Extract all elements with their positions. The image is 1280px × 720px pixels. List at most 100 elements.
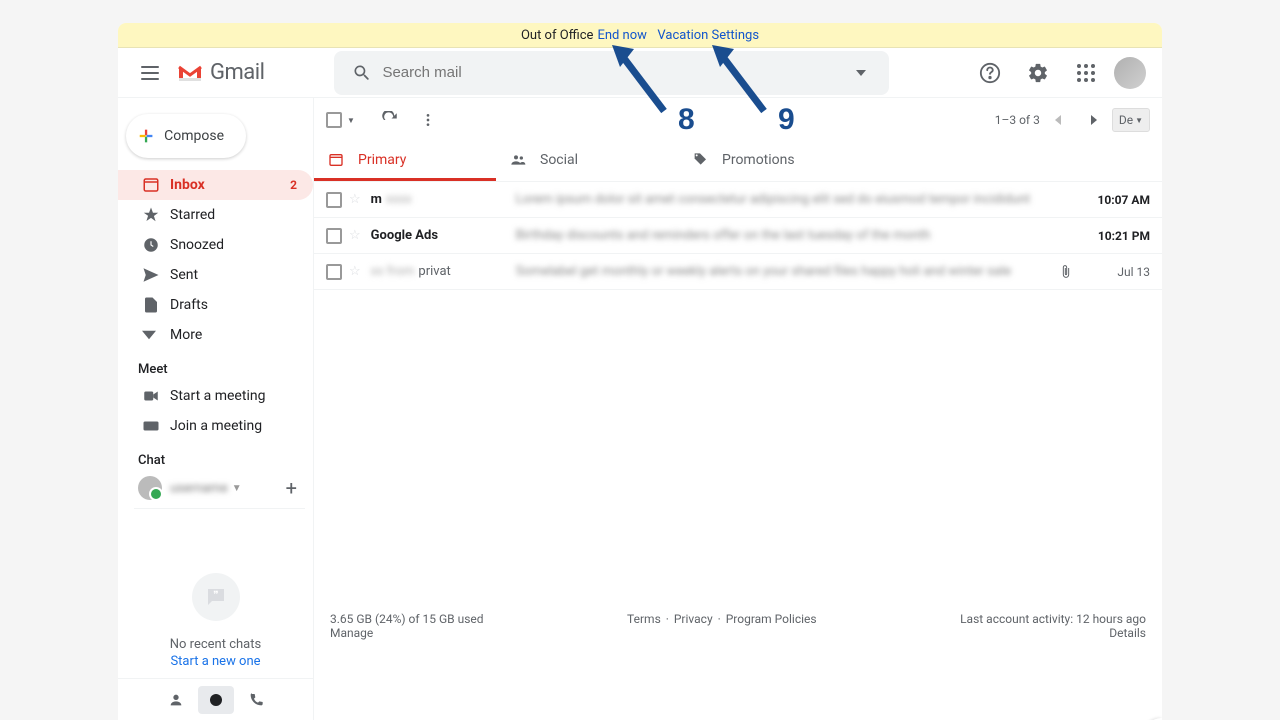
footer-terms-link[interactable]: Terms — [627, 612, 661, 626]
chat-start-new-link[interactable]: Start a new one — [118, 654, 313, 669]
chat-empty-text: No recent chats — [118, 637, 313, 652]
banner-end-now-link[interactable]: End now — [597, 28, 647, 43]
compose-button[interactable]: Compose — [126, 114, 246, 158]
meet-start[interactable]: Start a meeting — [118, 381, 313, 411]
refresh-icon — [381, 111, 399, 129]
page-next-button[interactable] — [1076, 102, 1112, 138]
select-dropdown[interactable]: ▼ — [347, 116, 355, 125]
nav-drafts[interactable]: Drafts — [118, 290, 313, 320]
settings-button[interactable] — [1018, 53, 1058, 93]
inbox-icon — [328, 152, 344, 168]
more-button[interactable] — [409, 101, 447, 139]
account-avatar[interactable] — [1114, 57, 1146, 89]
help-icon — [979, 62, 1001, 84]
tab-social[interactable]: Social — [496, 142, 678, 181]
footer-privacy-link[interactable]: Privacy — [674, 612, 713, 626]
star-toggle[interactable]: ☆ — [349, 228, 361, 243]
nav-label: Inbox — [170, 177, 205, 193]
footer-policies-link[interactable]: Program Policies — [726, 612, 817, 626]
email-row[interactable]: ☆ mxxxx Lorem ipsum dolor sit amet conse… — [314, 182, 1162, 218]
inbox-icon — [142, 176, 170, 194]
email-snippet: Somelabel get monthly or weekly alerts o… — [516, 264, 1050, 279]
tab-promotions[interactable]: Promotions — [678, 142, 860, 181]
select-all-checkbox[interactable] — [326, 112, 342, 128]
email-snippet: Lorem ipsum dolor sit amet consectetur a… — [516, 192, 1074, 207]
email-snippet: Birthday discounts and reminders offer o… — [516, 228, 1074, 243]
storage-text: 3.65 GB (24%) of 15 GB used — [330, 612, 484, 626]
tab-label: Social — [540, 152, 578, 168]
tab-primary[interactable]: Primary — [314, 142, 496, 181]
email-time: 10:21 PM — [1086, 229, 1150, 243]
clock-icon — [142, 236, 170, 254]
meet-join[interactable]: Join a meeting — [118, 411, 313, 441]
new-chat-button[interactable]: + — [286, 476, 297, 500]
star-toggle[interactable]: ☆ — [349, 192, 361, 207]
compose-label: Compose — [164, 128, 224, 144]
refresh-button[interactable] — [371, 101, 409, 139]
search-options-button[interactable] — [841, 70, 881, 76]
chevron-down-icon[interactable]: ▼ — [232, 483, 242, 494]
email-list: ☆ mxxxx Lorem ipsum dolor sit amet conse… — [314, 182, 1162, 290]
page-prev-button[interactable] — [1040, 102, 1076, 138]
input-tool-button[interactable]: De ▼ — [1112, 108, 1150, 132]
nav-label: More — [170, 327, 202, 343]
chat-user-item[interactable]: username ▼ + — [118, 472, 313, 504]
out-of-office-banner: Out of Office End now Vacation Settings — [118, 23, 1162, 48]
nav-more[interactable]: More — [118, 320, 313, 350]
apps-grid-icon — [1077, 64, 1095, 82]
support-button[interactable] — [970, 53, 1010, 93]
email-time: 10:07 AM — [1086, 193, 1150, 207]
email-row[interactable]: ☆ xx from privat Somelabel get monthly o… — [314, 254, 1162, 290]
pagination-text: 1–3 of 3 — [995, 113, 1040, 127]
row-checkbox[interactable] — [326, 192, 342, 208]
nav-label: Start a meeting — [170, 388, 265, 404]
tag-icon — [692, 152, 708, 168]
chat-user-name: username — [170, 481, 228, 496]
nav-label: Join a meeting — [170, 418, 262, 434]
storage-manage-link[interactable]: Manage — [330, 626, 373, 640]
apps-button[interactable] — [1066, 53, 1106, 93]
row-checkbox[interactable] — [326, 264, 342, 280]
footer-hangouts-button[interactable] — [198, 686, 234, 714]
main-menu-button[interactable] — [126, 49, 174, 97]
nav-starred[interactable]: Starred — [118, 200, 313, 230]
gear-icon — [1027, 62, 1049, 84]
search-input[interactable] — [382, 64, 841, 81]
footer-phone-button[interactable] — [238, 686, 274, 714]
nav-inbox[interactable]: Inbox 2 — [118, 170, 313, 200]
search-icon[interactable] — [342, 63, 382, 83]
star-toggle[interactable]: ☆ — [349, 264, 361, 279]
caret-down-icon: ▼ — [1135, 116, 1143, 125]
chat-bubble-icon: ❞ — [192, 573, 240, 621]
row-checkbox[interactable] — [326, 228, 342, 244]
chevron-right-icon — [1089, 115, 1099, 125]
main-panel: ▼ 1–3 of 3 De ▼ Primary — [313, 98, 1162, 720]
header: Gmail — [118, 48, 1162, 98]
banner-text: Out of Office — [521, 28, 593, 43]
footer-person-button[interactable] — [158, 686, 194, 714]
chat-empty-state: ❞ No recent chats Start a new one — [118, 573, 313, 669]
chat-avatar — [138, 476, 162, 500]
nav-label: Sent — [170, 267, 198, 283]
nav-sent[interactable]: Sent — [118, 260, 313, 290]
nav-snoozed[interactable]: Snoozed — [118, 230, 313, 260]
activity-details-link[interactable]: Details — [1109, 626, 1146, 640]
sender-name: Google Ads — [371, 228, 438, 243]
search-bar[interactable] — [334, 51, 889, 95]
category-tabs: Primary Social Promotions — [314, 142, 1162, 182]
gmail-logo[interactable]: Gmail — [178, 60, 264, 85]
more-vert-icon — [420, 112, 436, 128]
plus-icon — [138, 122, 154, 150]
banner-vacation-settings-link[interactable]: Vacation Settings — [657, 28, 759, 43]
toolbar: ▼ 1–3 of 3 De ▼ — [314, 98, 1162, 142]
people-icon — [510, 152, 526, 168]
inbox-count: 2 — [290, 178, 297, 192]
send-icon — [142, 266, 170, 284]
email-row[interactable]: ☆ Google Ads Birthday discounts and remi… — [314, 218, 1162, 254]
gmail-icon — [178, 64, 202, 82]
activity-text: Last account activity: 12 hours ago — [960, 612, 1146, 626]
sender-name: m — [371, 192, 382, 207]
gmail-logo-text: Gmail — [210, 60, 264, 85]
sidebar-footer — [118, 678, 313, 720]
video-icon — [142, 387, 170, 405]
